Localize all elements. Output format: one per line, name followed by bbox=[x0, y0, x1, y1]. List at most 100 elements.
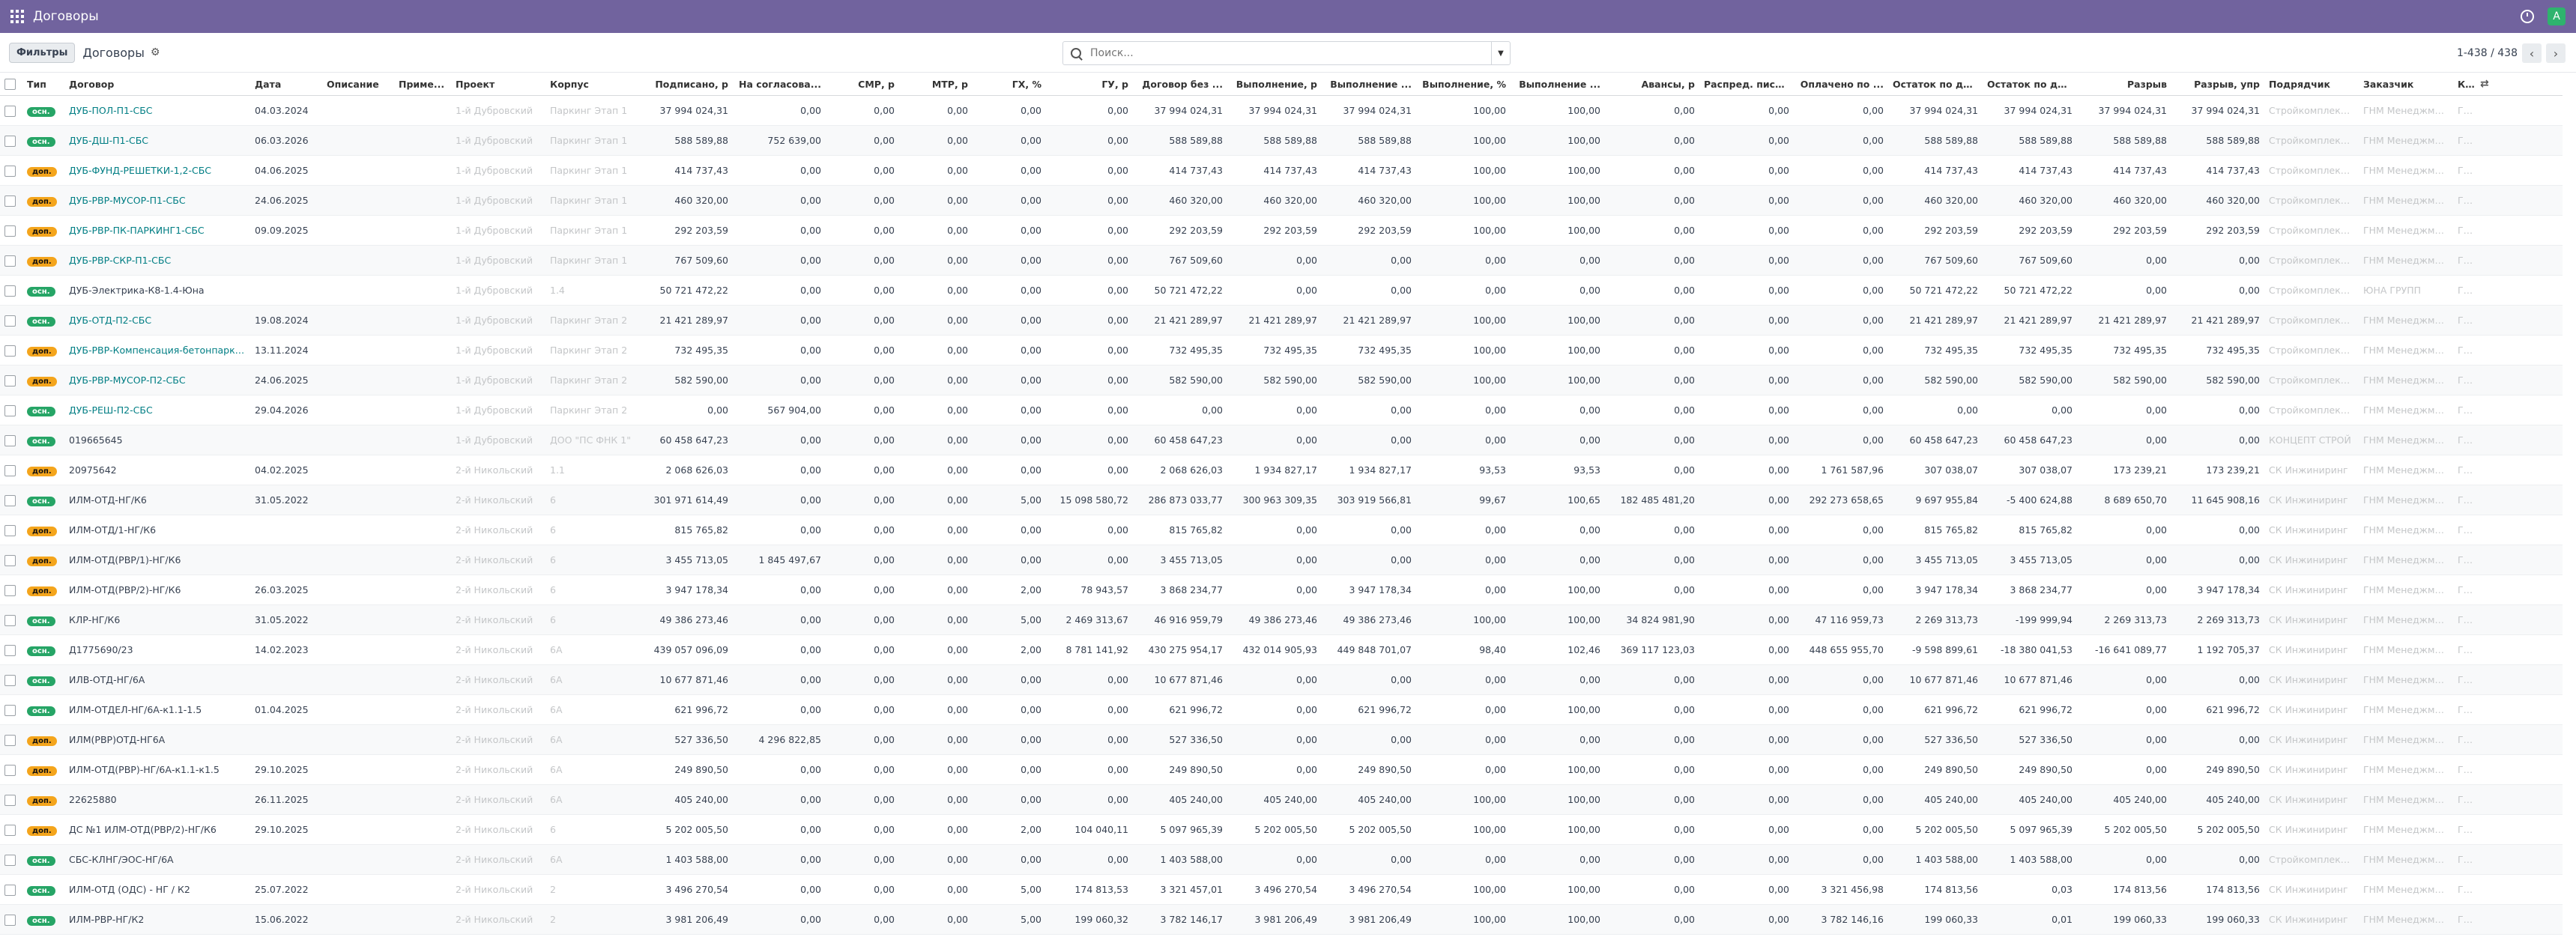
contract-cell[interactable]: ИЛМ-ОТД(РВР)-НГ/6А-к1.1-к1.5 bbox=[64, 754, 250, 785]
col-header-smr[interactable]: СМР, р bbox=[826, 73, 899, 96]
col-header-mtr[interactable]: МТР, р bbox=[899, 73, 973, 96]
row-checkbox[interactable] bbox=[0, 904, 22, 935]
col-header-approval[interactable]: На согласова... bbox=[733, 73, 826, 96]
table-row[interactable]: доп. ИЛМ-ОТД(РВР/1)-НГ/К6 2-й Никольский 6 3… bbox=[0, 545, 2563, 575]
col-header-gap[interactable]: Разрыв bbox=[2077, 73, 2171, 96]
table-row[interactable]: доп. ИЛМ(РВР)ОТД-НГ6А 2-й Никольский 6А 527 … bbox=[0, 724, 2563, 755]
table-row[interactable]: осн. ДУБ-ОТД-П2-СБС 19.08.2024 1-й Дубровск… bbox=[0, 305, 2563, 336]
col-header-note[interactable]: Приме... bbox=[394, 73, 451, 96]
contract-cell[interactable]: ДС №1 ИЛМ-ОТД(РВР/2)-НГ/К6 bbox=[64, 814, 250, 845]
contract-cell[interactable]: ИЛМ-ОТДЕЛ-НГ/6А-к1.1-1.5 bbox=[64, 694, 250, 725]
col-header-gap-mgmt[interactable]: Разрыв, упр bbox=[2171, 73, 2264, 96]
row-checkbox[interactable] bbox=[0, 754, 22, 785]
contract-cell[interactable]: ИЛВ-ОТД-НГ/6А bbox=[64, 664, 250, 695]
row-checkbox[interactable] bbox=[0, 874, 22, 905]
col-header-contract[interactable]: Договор bbox=[64, 73, 250, 96]
table-row[interactable]: доп. ДУБ-ФУНД-РЕШЕТКИ-1,2-СБС 04.06.2025 1-… bbox=[0, 155, 2563, 186]
contract-cell[interactable]: ИЛМ-ОТД(РВР/2)-НГ/К6 bbox=[64, 574, 250, 605]
contract-cell[interactable]: ДУБ-ПОЛ-П1-СБС bbox=[64, 95, 250, 126]
contract-cell[interactable]: ДУБ-РВР-Компенсация-бетонпаркинг bbox=[64, 335, 250, 366]
contract-cell[interactable]: ИЛМ-ОТД(РВР/1)-НГ/К6 bbox=[64, 545, 250, 575]
col-header-execution[interactable]: Выполнение, р bbox=[1227, 73, 1322, 96]
table-row[interactable]: осн. ДУБ-РЕШ-П2-СБС 29.04.2026 1-й Дубровск… bbox=[0, 395, 2563, 425]
table-row[interactable]: осн. КЛР-НГ/К6 31.05.2022 2-й Никольский 6 49… bbox=[0, 604, 2563, 635]
row-checkbox[interactable] bbox=[0, 185, 22, 216]
row-checkbox[interactable] bbox=[0, 245, 22, 276]
filters-button[interactable]: Фильтры bbox=[9, 42, 76, 63]
row-checkbox[interactable] bbox=[0, 455, 22, 485]
col-header-execution-pct[interactable]: Выполнение, % bbox=[1416, 73, 1511, 96]
table-row[interactable]: доп. ИЛМ-ОТД(РВР)-НГ/6А-к1.1-к1.5 29.10.20… bbox=[0, 754, 2563, 785]
row-checkbox[interactable] bbox=[0, 814, 22, 845]
row-checkbox[interactable] bbox=[0, 215, 22, 246]
row-checkbox[interactable] bbox=[0, 275, 22, 306]
row-checkbox[interactable] bbox=[0, 425, 22, 455]
row-checkbox[interactable] bbox=[0, 724, 22, 755]
table-row[interactable]: осн. ИЛМ-РВР-НГ/К2 15.06.2022 2-й Никольски… bbox=[0, 904, 2563, 935]
row-checkbox[interactable] bbox=[0, 844, 22, 875]
contract-cell[interactable]: СБС-КЛНГ/ЭОС-НГ/6А bbox=[64, 844, 250, 875]
contract-cell[interactable]: ИЛМ-ОТД (ОДС) - НГ / К2 bbox=[64, 874, 250, 905]
col-header-paid[interactable]: Оплачено по ... bbox=[1794, 73, 1888, 96]
table-row[interactable]: осн. ДУБ-ДШ-П1-СБС 06.03.2026 1-й Дубровски… bbox=[0, 125, 2563, 156]
row-checkbox[interactable] bbox=[0, 545, 22, 575]
col-header-distribution[interactable]: Распред. пись... bbox=[1699, 73, 1794, 96]
contract-cell[interactable]: Д1775690/23 bbox=[64, 634, 250, 665]
col-header-customer[interactable]: Заказчик bbox=[2359, 73, 2453, 96]
optional-columns-toggle[interactable]: ⇄ bbox=[2476, 73, 2563, 96]
search-box[interactable]: ▼ bbox=[1062, 41, 1511, 65]
row-checkbox[interactable] bbox=[0, 335, 22, 366]
col-header-execution-2[interactable]: Выполнение ... bbox=[1322, 73, 1416, 96]
contract-cell[interactable]: ДУБ-ДШ-П1-СБС bbox=[64, 125, 250, 156]
table-row[interactable]: доп. ДУБ-РВР-СКР-П1-СБС 1-й Дубровский Парк… bbox=[0, 245, 2563, 276]
app-menu-icon[interactable] bbox=[10, 10, 24, 23]
table-row[interactable]: осн. ДУБ-ПОЛ-П1-СБС 04.03.2024 1-й Дубровск… bbox=[0, 95, 2563, 126]
table-row[interactable]: доп. 22625880 26.11.2025 2-й Никольский 6А 40… bbox=[0, 784, 2563, 815]
row-checkbox[interactable] bbox=[0, 515, 22, 545]
contract-cell[interactable]: ИЛМ(РВР)ОТД-НГ6А bbox=[64, 724, 250, 755]
contract-cell[interactable]: ДУБ-РЕШ-П2-СБС bbox=[64, 395, 250, 425]
table-row[interactable]: осн. Д1775690/23 14.02.2023 2-й Никольский 6… bbox=[0, 634, 2563, 665]
row-checkbox[interactable] bbox=[0, 694, 22, 725]
activity-clock-icon[interactable] bbox=[2521, 10, 2534, 23]
col-header-signed[interactable]: Подписано, р bbox=[640, 73, 733, 96]
row-checkbox[interactable] bbox=[0, 604, 22, 635]
contract-cell[interactable]: 22625880 bbox=[64, 784, 250, 815]
col-header-date[interactable]: Дата bbox=[250, 73, 322, 96]
row-checkbox[interactable] bbox=[0, 365, 22, 395]
col-header-gu[interactable]: ГУ, р bbox=[1046, 73, 1133, 96]
row-checkbox[interactable] bbox=[0, 784, 22, 815]
contract-cell[interactable]: 019665645 bbox=[64, 425, 250, 455]
row-checkbox[interactable] bbox=[0, 574, 22, 605]
contract-cell[interactable]: ДУБ-ОТД-П2-СБС bbox=[64, 305, 250, 336]
row-checkbox[interactable] bbox=[0, 634, 22, 665]
table-row[interactable]: осн. 019665645 1-й Дубровский ДОО "ПС ФНК 1… bbox=[0, 425, 2563, 455]
gear-icon[interactable]: ⚙ bbox=[151, 46, 160, 58]
user-avatar[interactable]: A bbox=[2548, 7, 2566, 25]
col-header-project[interactable]: Проект bbox=[451, 73, 545, 96]
row-checkbox[interactable] bbox=[0, 395, 22, 425]
table-row[interactable]: доп. ДУБ-РВР-Компенсация-бетонпаркинг 13.1… bbox=[0, 335, 2563, 366]
table-row[interactable]: осн. СБС-КЛНГ/ЭОС-НГ/6А 2-й Никольский 6А 1 … bbox=[0, 844, 2563, 875]
contract-cell[interactable]: ИЛМ-ОТД-НГ/К6 bbox=[64, 485, 250, 515]
contract-cell[interactable]: ДУБ-РВР-СКР-П1-СБС bbox=[64, 245, 250, 276]
col-header-counterparty[interactable]: Контрагент bbox=[2453, 73, 2476, 96]
column-settings-icon[interactable]: ⇄ bbox=[2480, 78, 2489, 90]
table-row[interactable]: доп. 20975642 04.02.2025 2-й Никольский 1.1 2… bbox=[0, 455, 2563, 485]
table-row[interactable]: доп. ДУБ-РВР-МУСОР-П1-СБС 24.06.2025 1-й Ду… bbox=[0, 185, 2563, 216]
table-row[interactable]: осн. ИЛМ-ОТД-НГ/К6 31.05.2022 2-й Никольски… bbox=[0, 485, 2563, 515]
col-header-contract-without[interactable]: Договор без ... bbox=[1133, 73, 1227, 96]
table-row[interactable]: доп. ДС №1 ИЛМ-ОТД(РВР/2)-НГ/К6 29.10.2025… bbox=[0, 814, 2563, 845]
row-checkbox[interactable] bbox=[0, 305, 22, 336]
contract-cell[interactable]: ДУБ-Электрика-К8-1.4-Юна bbox=[64, 275, 250, 306]
col-header-balance-2[interactable]: Остаток по до... bbox=[1983, 73, 2077, 96]
row-checkbox[interactable] bbox=[0, 664, 22, 695]
table-row[interactable]: доп. ДУБ-РВР-ПК-ПАРКИНГ1-СБС 09.09.2025 1-й… bbox=[0, 215, 2563, 246]
col-header-balance-1[interactable]: Остаток по до... bbox=[1888, 73, 1983, 96]
col-header-description[interactable]: Описание bbox=[322, 73, 394, 96]
col-header-type[interactable]: Тип bbox=[22, 73, 64, 96]
row-checkbox[interactable] bbox=[0, 125, 22, 156]
search-input[interactable] bbox=[1089, 46, 1491, 60]
col-header-execution-3[interactable]: Выполнение ... bbox=[1511, 73, 1605, 96]
pager-prev-button[interactable]: ‹ bbox=[2522, 43, 2542, 63]
